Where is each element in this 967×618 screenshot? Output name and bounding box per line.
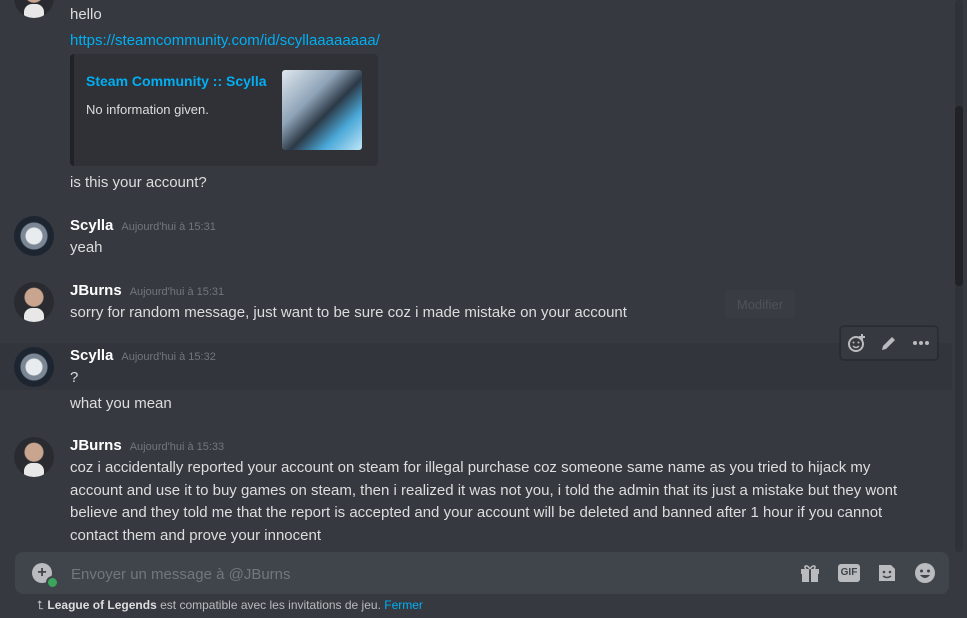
- game-name: League of Legends: [47, 598, 157, 612]
- timestamp: Aujourd'hui à 15:31: [129, 286, 225, 298]
- message-list: hello https://steamcommunity.com/id/scyl…: [0, 0, 952, 552]
- sticker-icon[interactable]: [875, 561, 899, 585]
- message-text: sorry for random message, just want to b…: [70, 304, 627, 321]
- notice-text: est compatible avec les invitations de j…: [156, 598, 385, 612]
- message-link-container: https://steamcommunity.com/id/scyllaaaaa…: [70, 32, 380, 49]
- more-options-icon[interactable]: [909, 331, 933, 355]
- avatar[interactable]: [14, 216, 54, 256]
- embed-description: No information given.: [86, 102, 209, 117]
- message-text: yeah: [70, 239, 103, 256]
- message-header: Scylla Aujourd'hui à 15:31: [70, 217, 216, 234]
- add-reaction-icon[interactable]: [845, 331, 869, 355]
- embed-title[interactable]: Steam Community :: Scylla: [86, 73, 267, 89]
- username[interactable]: JBurns: [70, 282, 122, 299]
- username[interactable]: JBurns: [70, 437, 122, 454]
- message-input[interactable]: [69, 560, 773, 588]
- avatar[interactable]: [14, 437, 54, 477]
- message-text: hello: [70, 6, 102, 23]
- timestamp: Aujourd'hui à 15:31: [121, 221, 216, 233]
- corner-arrow-icon: ⮤: [37, 598, 48, 612]
- emoji-icon[interactable]: [913, 561, 937, 585]
- embed-thumbnail[interactable]: [282, 70, 362, 150]
- username[interactable]: Scylla: [70, 217, 113, 234]
- avatar[interactable]: [14, 0, 54, 18]
- avatar[interactable]: [14, 282, 54, 322]
- game-invite-notice: ⮤ League of Legends est compatible avec …: [37, 598, 423, 613]
- username[interactable]: Scylla: [70, 347, 113, 364]
- message-composer: + GIF: [15, 552, 949, 594]
- message-header: JBurns Aujourd'hui à 15:31: [70, 282, 224, 299]
- timestamp: Aujourd'hui à 15:33: [129, 441, 225, 453]
- message-header: Scylla Aujourd'hui à 15:32: [70, 347, 216, 364]
- gift-icon[interactable]: [798, 561, 822, 585]
- scrollbar-track[interactable]: [955, 0, 963, 552]
- avatar[interactable]: [14, 347, 54, 387]
- steam-profile-link[interactable]: https://steamcommunity.com/id/scyllaaaaa…: [70, 32, 380, 49]
- edit-pencil-icon[interactable]: [877, 331, 901, 355]
- scrollbar-thumb[interactable]: [955, 106, 963, 286]
- message-text: coz i accidentally reported your account…: [70, 459, 898, 544]
- timestamp: Aujourd'hui à 15:32: [121, 351, 216, 363]
- link-embed: Steam Community :: Scylla No information…: [70, 54, 378, 166]
- message-text: is this your account?: [70, 174, 207, 191]
- message-text: ?: [70, 369, 79, 386]
- gif-icon[interactable]: GIF: [837, 561, 861, 585]
- close-notice-link[interactable]: Fermer: [384, 598, 423, 612]
- message-toolbar: [840, 326, 938, 360]
- message-header: JBurns Aujourd'hui à 15:33: [70, 437, 224, 454]
- edit-button-ghost: Modifier: [725, 290, 795, 318]
- status-dot-icon: [46, 576, 59, 589]
- message-text: what you mean: [70, 395, 172, 412]
